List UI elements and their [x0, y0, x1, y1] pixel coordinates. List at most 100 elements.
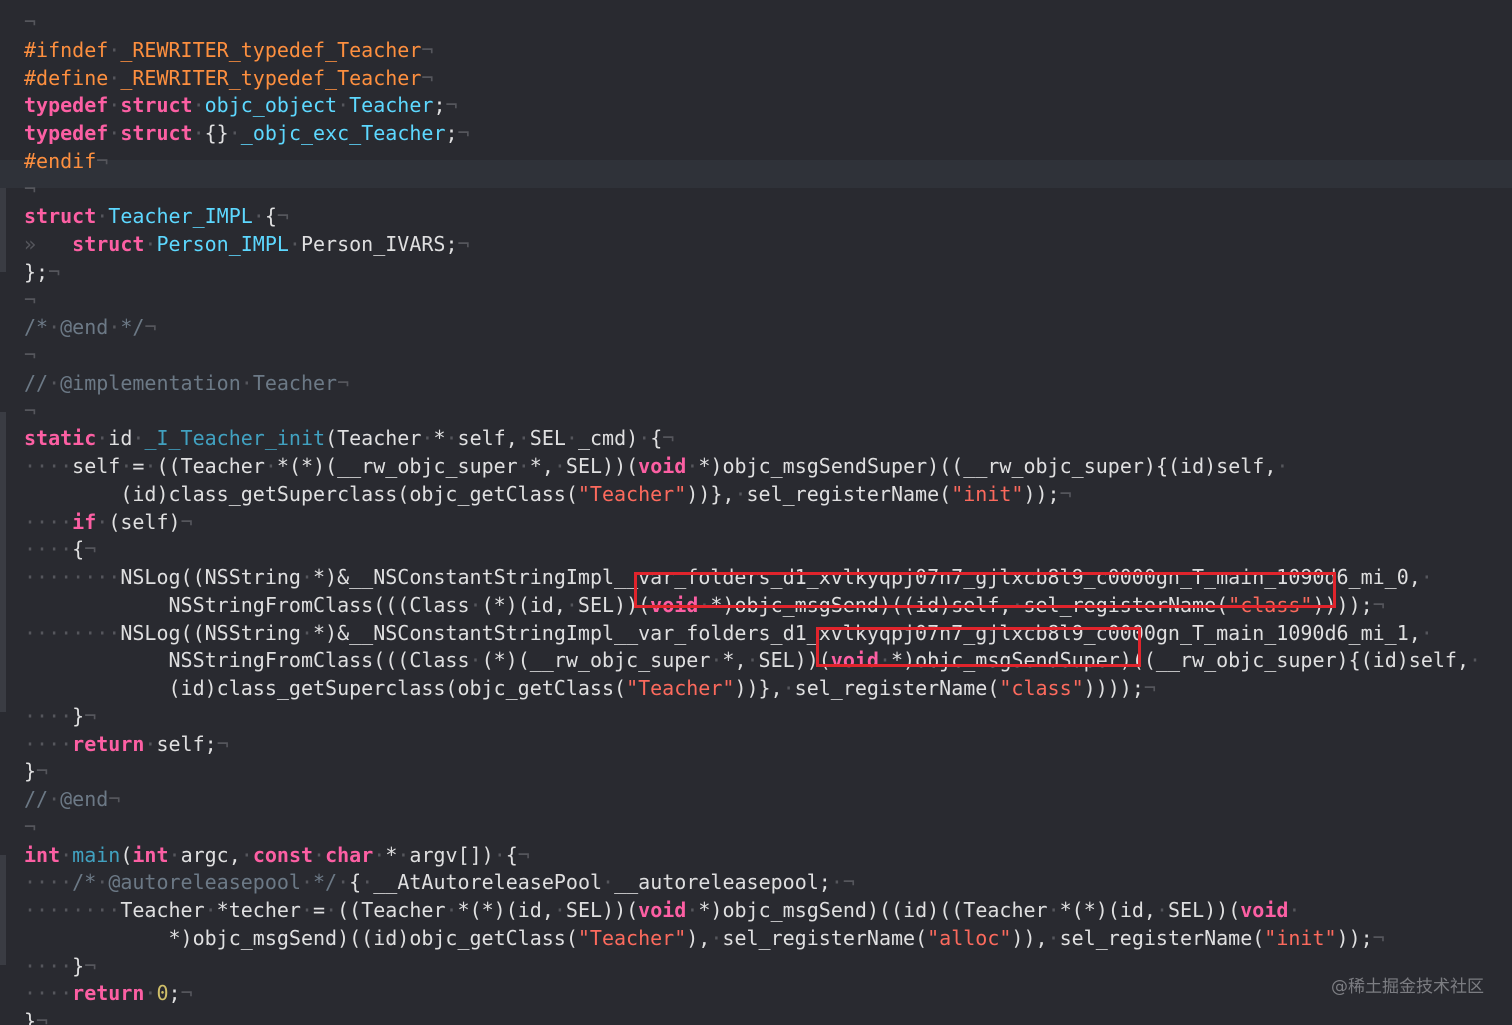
- code-token: ·: [782, 676, 795, 700]
- code-token: "Teacher": [577, 481, 687, 506]
- code-token: /*: [72, 870, 97, 895]
- fold-indicator[interactable]: [0, 412, 6, 712]
- code-token: ¬: [1059, 481, 1072, 506]
- code-token: */: [313, 870, 338, 895]
- code-line[interactable]: ¬: [24, 813, 36, 841]
- code-token: @autoreleasepool: [108, 870, 301, 895]
- code-token: ·: [445, 426, 458, 451]
- code-line[interactable]: ····}¬: [24, 952, 96, 980]
- code-line[interactable]: #ifndef·_REWRITER_typedef_Teacher¬: [24, 36, 433, 64]
- code-token: ·: [204, 898, 217, 922]
- code-token: )),: [1011, 925, 1048, 950]
- code-line[interactable]: (id)class_getSuperclass(objc_getClass("T…: [24, 674, 1155, 702]
- code-line[interactable]: ····return·0;¬: [24, 979, 193, 1007]
- code-token: {: [650, 426, 663, 451]
- code-token: ¬: [337, 370, 350, 395]
- code-line[interactable]: ····if·(self)¬: [24, 508, 193, 536]
- code-token: (*)(id,: [481, 592, 566, 617]
- code-line[interactable]: ¬: [24, 341, 36, 369]
- code-line[interactable]: ····{¬: [24, 535, 96, 563]
- code-token: ·: [108, 37, 121, 62]
- code-line[interactable]: » struct·Person_IMPL·Person_IVARS;¬: [24, 230, 470, 258]
- code-line[interactable]: int·main(int·argc,·const·char·*·argv[])·…: [24, 841, 530, 869]
- code-line[interactable]: NSStringFromClass(((Class·(*)(__rw_objc_…: [24, 646, 1481, 674]
- code-token: #ifndef: [24, 37, 109, 62]
- code-token: ·: [288, 232, 301, 256]
- code-line[interactable]: ····self·=·((Teacher·*(*)(__rw_objc_supe…: [24, 452, 1288, 480]
- code-token: ((Teacher: [156, 454, 265, 478]
- code-token: void: [638, 454, 687, 478]
- code-line[interactable]: ····/*·@autoreleasepool·*/·{·__AtAutorel…: [24, 868, 855, 896]
- code-token: *: [433, 426, 446, 451]
- code-token: ·: [337, 93, 350, 118]
- code-token: ¬: [24, 287, 37, 312]
- code-token: ¬: [24, 398, 37, 423]
- code-line[interactable]: ¬: [24, 8, 36, 36]
- code-line[interactable]: ····return·self;¬: [24, 730, 229, 758]
- code-token: ¬: [36, 759, 49, 784]
- code-token: 0: [156, 981, 169, 1006]
- code-token: ····: [24, 703, 73, 728]
- code-token: ·: [192, 121, 205, 145]
- code-line[interactable]: *)objc_msgSend)((id)objc_getClass("Teach…: [24, 924, 1384, 952]
- code-token: ;: [168, 981, 181, 1006]
- code-line[interactable]: #endif¬: [24, 147, 108, 175]
- code-line[interactable]: ¬: [24, 175, 36, 203]
- code-token: ·: [168, 842, 181, 867]
- code-token: (id)class_getSuperclass(objc_getClass(: [24, 676, 627, 700]
- code-line[interactable]: static·id·_I_Teacher_init(Teacher·*·self…: [24, 424, 674, 452]
- code-line[interactable]: typedef·struct·{}·_objc_exc_Teacher;¬: [24, 119, 470, 147]
- code-line[interactable]: typedef·struct·objc_object·Teacher;¬: [24, 91, 458, 119]
- code-token: ·: [421, 426, 434, 451]
- code-token: return: [72, 731, 145, 756]
- code-token: {: [505, 842, 518, 867]
- code-token: ;: [433, 93, 446, 118]
- code-token: self;: [156, 731, 217, 756]
- code-token: ¬: [84, 703, 97, 728]
- code-token: ));: [1023, 481, 1060, 506]
- code-token: ¬: [24, 814, 37, 839]
- code-token: _I_Teacher_init: [144, 426, 326, 451]
- code-editor[interactable]: ¬ #ifndef·_REWRITER_typedef_Teacher¬ #defi…: [0, 0, 1512, 1025]
- code-token: ·: [493, 842, 506, 867]
- code-token: NSStringFromClass(((Class: [24, 592, 470, 617]
- code-line[interactable]: ¬: [24, 397, 36, 425]
- code-line[interactable]: }¬: [24, 1007, 48, 1025]
- code-token: =: [132, 454, 145, 478]
- code-line[interactable]: };¬: [24, 258, 60, 286]
- fold-indicator[interactable]: [0, 855, 6, 965]
- code-token: /*: [24, 315, 49, 340]
- code-token: ));: [1336, 925, 1373, 950]
- code-token: (*)(__rw_objc_super: [481, 648, 711, 673]
- code-line[interactable]: //·@end¬: [24, 785, 120, 813]
- code-token: ·: [746, 648, 759, 673]
- code-line[interactable]: struct·Teacher_IMPL·{¬: [24, 202, 289, 230]
- code-token: main: [72, 842, 121, 867]
- highlight-box-objc-msgsendsuper: [816, 627, 1141, 667]
- code-line[interactable]: //·@implementation·Teacher¬: [24, 369, 349, 397]
- code-token: }: [72, 703, 85, 728]
- code-line[interactable]: ········NSLog((NSString·*)&__NSConstantS…: [24, 619, 1433, 647]
- code-token: ¬: [1372, 592, 1385, 617]
- code-token: ·: [240, 370, 253, 395]
- code-token: ·: [565, 426, 578, 451]
- code-token: ),: [686, 925, 711, 950]
- code-line[interactable]: ····}¬: [24, 702, 96, 730]
- code-line[interactable]: #define·_REWRITER_typedef_Teacher¬: [24, 64, 433, 92]
- code-token: Teacher: [120, 898, 205, 922]
- code-token: ·: [60, 842, 73, 867]
- code-line[interactable]: /*·@end·*/¬: [24, 313, 157, 341]
- code-line[interactable]: (id)class_getSuperclass(objc_getClass("T…: [24, 480, 1072, 508]
- code-token: ·: [48, 787, 61, 811]
- code-line[interactable]: ¬: [24, 286, 36, 314]
- code-token: Person_IVARS;: [300, 232, 458, 256]
- fold-indicator[interactable]: [0, 188, 6, 272]
- code-token: void: [638, 898, 687, 922]
- code-token: ·: [517, 454, 530, 478]
- code-line[interactable]: }¬: [24, 757, 48, 785]
- code-token: ))},: [686, 481, 735, 506]
- code-token: ·: [553, 454, 566, 478]
- code-line[interactable]: ········Teacher·*techer·=·((Teacher·*(*)…: [24, 896, 1300, 924]
- code-token: ·: [397, 842, 410, 867]
- code-token: ))},: [734, 676, 783, 700]
